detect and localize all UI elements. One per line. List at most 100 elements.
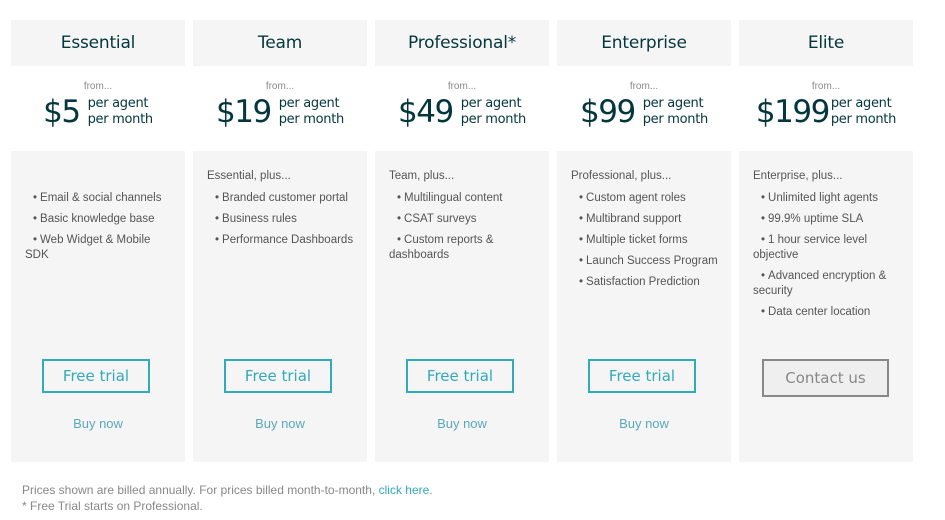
feature-text: Branded customer portal	[222, 192, 348, 204]
bullet-icon: •	[579, 213, 584, 225]
feature-list: • Custom agent roles • Multibrand support …	[579, 191, 719, 296]
buy-now-link[interactable]: Buy now	[193, 416, 367, 431]
feature-item: • Business rules	[215, 212, 355, 227]
feature-item: • CSAT surveys	[397, 212, 537, 227]
price-block: from... $19 per agent per month	[193, 66, 367, 151]
price-block: from... $49 per agent per month	[375, 66, 549, 151]
plan-team: Team from... $19 per agent per month Esse…	[193, 20, 367, 462]
price-row: $199 per agent per month	[756, 93, 896, 131]
price-unit-agent: per agent	[87, 96, 149, 111]
feature-text: Custom reports & dashboards	[389, 234, 494, 261]
bullet-icon: •	[215, 234, 220, 246]
features-intro: Essential, plus...	[207, 170, 291, 182]
pricing-plans: Essential from... $5 per agent per month …	[11, 20, 913, 462]
price-amount: $49	[398, 94, 454, 130]
price-amount: $5	[43, 94, 81, 130]
bullet-icon: •	[761, 213, 766, 225]
free-trial-button[interactable]: Free trial	[588, 359, 696, 393]
bullet-icon: •	[579, 192, 584, 204]
billing-note-text: Prices shown are billed annually. For pr…	[22, 483, 379, 497]
price-block: from... $99 per agent per month	[557, 66, 731, 151]
price-unit-month: per month	[87, 112, 154, 127]
bullet-icon: •	[215, 213, 220, 225]
feature-text: Unlimited light agents	[768, 192, 878, 204]
price-unit-agent: per agent	[460, 96, 522, 111]
plan-enterprise: Enterprise from... $99 per agent per mont…	[557, 20, 731, 462]
feature-list: • Email & social channels • Basic knowledg…	[25, 191, 173, 269]
feature-text: Basic knowledge base	[40, 213, 155, 225]
features-intro: Professional, plus...	[571, 170, 672, 182]
feature-text: CSAT surveys	[404, 213, 477, 225]
price-unit: per agent per month	[642, 96, 709, 128]
feature-text: Business rules	[222, 213, 297, 225]
price-unit-month: per month	[830, 112, 897, 127]
price-row: $5 per agent per month	[43, 93, 153, 131]
bullet-icon: •	[397, 192, 402, 204]
feature-item: • 99.9% uptime SLA	[761, 212, 901, 227]
price-unit-agent: per agent	[830, 96, 892, 111]
month-to-month-link[interactable]: click here	[379, 483, 430, 497]
feature-item: • Branded customer portal	[215, 191, 355, 206]
price-unit-agent: per agent	[642, 96, 704, 111]
price-from-label: from...	[83, 81, 113, 92]
feature-text: Multiple ticket forms	[586, 234, 688, 246]
buy-now-link[interactable]: Buy now	[557, 416, 731, 431]
feature-text: 1 hour service level objective	[753, 234, 868, 261]
price-amount: $19	[216, 94, 272, 130]
feature-item: • Data center location	[761, 305, 901, 320]
feature-item: • Multilingual content	[397, 191, 537, 206]
price-unit: per agent per month	[830, 96, 897, 128]
feature-item: • Unlimited light agents	[761, 191, 901, 206]
price-unit: per agent per month	[279, 96, 345, 128]
plan-name: Elite	[739, 20, 913, 66]
price-from-label: from...	[447, 81, 477, 92]
plan-elite: Elite from... $199 per agent per month En…	[739, 20, 913, 462]
bullet-icon: •	[215, 192, 220, 204]
feature-item: • Satisfaction Prediction	[579, 275, 719, 290]
bullet-icon: •	[761, 234, 766, 246]
price-amount: $199	[755, 94, 830, 130]
free-trial-button[interactable]: Free trial	[224, 359, 332, 393]
features-panel: Team, plus... • Multilingual content • CSA…	[375, 151, 549, 462]
feature-item: • Multiple ticket forms	[579, 233, 719, 248]
features-panel: Professional, plus... • Custom agent role…	[557, 151, 731, 462]
bullet-icon: •	[579, 234, 584, 246]
bullet-icon: •	[761, 306, 766, 318]
buy-now-link[interactable]: Buy now	[11, 416, 185, 431]
buy-now-link[interactable]: Buy now	[375, 416, 549, 431]
bullet-icon: •	[397, 234, 402, 246]
price-row: $99 per agent per month	[580, 93, 708, 131]
feature-text: Data center location	[768, 306, 871, 318]
free-trial-button[interactable]: Free trial	[406, 359, 514, 393]
feature-item: • Custom agent roles	[579, 191, 719, 206]
feature-item: • Basic knowledge base	[33, 212, 173, 227]
free-trial-button[interactable]: Free trial	[42, 359, 150, 393]
billing-note: Prices shown are billed annually. For pr…	[22, 482, 433, 498]
contact-us-button[interactable]: Contact us	[762, 359, 889, 397]
feature-text: Web Widget & Mobile SDK	[25, 234, 151, 261]
price-unit: per agent per month	[460, 96, 527, 128]
bullet-icon: •	[761, 270, 766, 282]
features-intro: Team, plus...	[389, 170, 455, 182]
feature-item: • Web Widget & Mobile SDK	[25, 233, 173, 263]
feature-text: Custom agent roles	[586, 192, 686, 204]
bullet-icon: •	[761, 192, 766, 204]
price-unit-month: per month	[460, 112, 527, 127]
bullet-icon: •	[579, 276, 584, 288]
bullet-icon: •	[33, 234, 38, 246]
pricing-footer: Prices shown are billed annually. For pr…	[22, 482, 433, 514]
feature-text: Satisfaction Prediction	[586, 276, 700, 288]
feature-text: Advanced encryption & security	[753, 270, 887, 297]
feature-list: • Unlimited light agents • 99.9% uptime SL…	[753, 191, 901, 326]
feature-text: Performance Dashboards	[222, 234, 354, 246]
features-panel: Enterprise, plus... • Unlimited light age…	[739, 151, 913, 462]
bullet-icon: •	[579, 255, 584, 267]
feature-item: • Custom reports & dashboards	[389, 233, 537, 263]
bullet-icon: •	[33, 213, 38, 225]
billing-note-end: .	[429, 483, 433, 497]
feature-text: Multibrand support	[586, 213, 682, 225]
price-block: from... $5 per agent per month	[11, 66, 185, 151]
feature-item: • 1 hour service level objective	[753, 233, 901, 263]
price-from-label: from...	[265, 81, 295, 92]
price-block: from... $199 per agent per month	[739, 66, 913, 151]
